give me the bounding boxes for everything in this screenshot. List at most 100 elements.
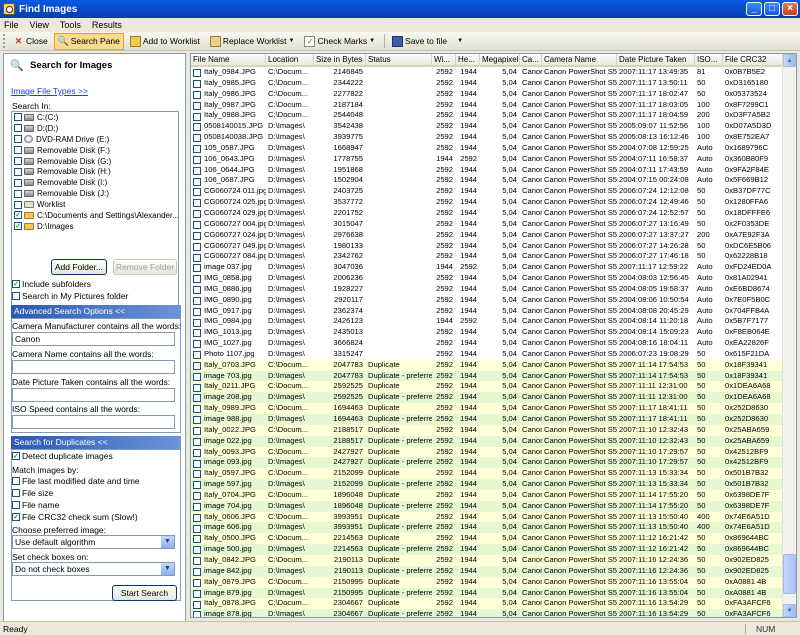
column-header[interactable]: File Name — [191, 54, 266, 65]
table-row[interactable]: Italy_0606.JPG C:\Docum... 3993951 Duplicat… — [191, 511, 796, 523]
drive-checkbox[interactable] — [14, 167, 22, 176]
drive-item[interactable]: D:(D:) — [12, 123, 178, 134]
table-row[interactable]: image 500.jpg D:\Images\ 2214563 Duplicate … — [191, 544, 796, 555]
table-row[interactable]: image 606.jpg D:\Images\ 3993951 Duplicate … — [191, 522, 796, 534]
drive-item[interactable]: Removable Disk (F:) — [12, 145, 178, 156]
row-checkbox[interactable] — [193, 437, 201, 446]
include-subfolders-checkbox[interactable]: ✓ Include subfolders — [12, 279, 91, 289]
row-checkbox[interactable] — [193, 546, 201, 555]
row-checkbox[interactable] — [193, 134, 201, 143]
row-checkbox[interactable] — [193, 383, 201, 392]
table-row[interactable]: Italy_0879.JPG C:\Docum... 2150995 Duplicat… — [191, 576, 796, 588]
table-row[interactable]: Italy_0211.JPG C:\Docum... 2592525 Duplicat… — [191, 381, 796, 393]
row-checkbox[interactable] — [193, 210, 201, 219]
search-my-pictures-checkbox[interactable]: Search in My Pictures folder — [12, 291, 128, 301]
column-header[interactable]: Status — [366, 54, 432, 65]
column-header[interactable]: Location — [266, 54, 314, 65]
table-row[interactable]: image 597.jpg D:\Images\ 2152099 Duplicate … — [191, 479, 796, 490]
match-size-checkbox[interactable]: File size — [12, 488, 53, 498]
row-checkbox[interactable] — [193, 557, 201, 566]
table-row[interactable]: 105_0587.JPG D:\Images\ 1668947 2592 1944 5,0… — [191, 143, 796, 154]
column-header[interactable]: Size in Bytes — [314, 54, 366, 65]
row-checkbox[interactable] — [193, 188, 201, 197]
row-checkbox[interactable] — [193, 427, 201, 436]
duplicates-header[interactable]: Search for Duplicates << — [11, 436, 181, 449]
menu-results[interactable]: Results — [92, 20, 122, 30]
drive-checkbox[interactable] — [14, 200, 22, 209]
table-row[interactable]: IMG_0858.jpg D:\Images\ 2006236 2592 1944 5,0… — [191, 273, 796, 284]
row-checkbox[interactable] — [193, 351, 201, 360]
table-row[interactable]: IMG_1027.jpg D:\Images\ 3666824 2592 1944 5,0… — [191, 338, 796, 349]
check-marks-button[interactable]: ✓ Check Marks ▼ — [300, 33, 379, 50]
table-row[interactable]: Italy_0984.JPG C:\Docum... 2146845 2592 1944… — [191, 67, 796, 78]
column-header[interactable]: He... — [456, 54, 480, 65]
drive-checkbox[interactable] — [14, 146, 22, 155]
start-search-button[interactable]: Start Search — [112, 585, 177, 601]
row-checkbox[interactable] — [193, 459, 201, 468]
column-header[interactable]: Ca... — [520, 54, 542, 65]
preferred-image-select[interactable]: Use default algorithm ▼ — [12, 535, 175, 549]
row-checkbox[interactable] — [193, 231, 201, 240]
table-row[interactable]: CG060724 029.jpg D:\Images\ 2201752 2592 194… — [191, 208, 796, 219]
row-checkbox[interactable] — [193, 253, 201, 262]
set-checks-select[interactable]: Do not check boxes ▼ — [12, 562, 175, 576]
row-checkbox[interactable] — [193, 448, 201, 457]
iso-input[interactable] — [12, 415, 175, 429]
scroll-thumb[interactable] — [783, 554, 796, 594]
column-header[interactable]: ISO... — [695, 54, 723, 65]
table-row[interactable]: CG060727 084.jpg D:\Images\ 2342762 2592 194… — [191, 251, 796, 262]
image-file-types-link[interactable]: Image File Types >> — [11, 86, 88, 96]
drive-checkbox[interactable] — [14, 178, 22, 187]
save-to-file-button[interactable]: Save to file — [388, 33, 451, 50]
table-row[interactable]: image 842.jpg D:\Images\ 2190113 Duplicate … — [191, 565, 796, 577]
menu-view[interactable]: View — [30, 20, 49, 30]
drive-checkbox[interactable]: ✓ — [14, 211, 22, 220]
table-row[interactable]: 106_0643.JPG D:\Images\ 1778755 1944 2592 5,0… — [191, 154, 796, 165]
table-row[interactable]: Italy_0703.JPG C:\Docum... 2047783 Duplicat… — [191, 359, 796, 371]
drive-item[interactable]: Removable Disk (J:) — [12, 188, 178, 199]
table-row[interactable]: IMG_1013.jpg D:\Images\ 2435013 2592 1944 5,0… — [191, 327, 796, 338]
column-header[interactable]: Wi... — [432, 54, 456, 65]
menu-file[interactable]: File — [4, 20, 19, 30]
row-checkbox[interactable] — [193, 264, 201, 273]
row-checkbox[interactable] — [193, 578, 201, 587]
table-row[interactable]: Italy_0986.JPG C:\Docum... 2277822 2592 1944… — [191, 89, 796, 100]
row-checkbox[interactable] — [193, 600, 201, 609]
row-checkbox[interactable] — [193, 394, 201, 403]
table-row[interactable]: Italy_0093.JPG C:\Docum... 2427927 Duplicat… — [191, 446, 796, 458]
scroll-up-icon[interactable]: ▲ — [783, 54, 796, 67]
add-folder-button[interactable]: Add Folder... — [51, 259, 107, 275]
row-checkbox[interactable] — [193, 80, 201, 89]
table-row[interactable]: Italy_0985.JPG C:\Docum... 2344222 2592 1944… — [191, 78, 796, 89]
row-checkbox[interactable] — [193, 90, 201, 99]
drive-checkbox[interactable]: ✓ — [14, 222, 22, 231]
drive-item[interactable]: ✓ C:\Documents and Settings\Alexander... — [12, 210, 178, 221]
replace-worklist-button[interactable]: Replace Worklist ▼ — [206, 33, 299, 50]
table-row[interactable]: IMG_0890.jpg D:\Images\ 2920117 2592 1944 5,0… — [191, 295, 796, 306]
table-row[interactable]: IMG_0984.jpg D:\Images\ 2426123 1944 2592 5,0… — [191, 316, 796, 327]
match-name-checkbox[interactable]: File name — [12, 500, 59, 510]
table-row[interactable]: image 208.jpg D:\Images\ 2592525 Duplicate … — [191, 392, 796, 404]
row-checkbox[interactable] — [193, 145, 201, 154]
row-checkbox[interactable] — [193, 524, 201, 533]
close-button[interactable]: ✕ Close — [9, 33, 52, 50]
column-header[interactable]: File CRC32 — [723, 54, 783, 65]
table-row[interactable]: 106_0687.JPG D:\Images\ 1502904 2592 1944 5,0… — [191, 175, 796, 186]
row-checkbox[interactable] — [193, 199, 201, 208]
drive-checkbox[interactable] — [14, 135, 22, 144]
drive-checkbox[interactable] — [14, 189, 22, 198]
table-row[interactable]: Italy_0500.JPG C:\Docum... 2214563 Duplicat… — [191, 533, 796, 545]
row-checkbox[interactable] — [193, 296, 201, 305]
row-checkbox[interactable] — [193, 611, 201, 617]
table-row[interactable]: CG060724 025.jpg D:\Images\ 3537772 2592 194… — [191, 197, 796, 208]
table-row[interactable]: Italy_0022.JPG C:\Docum... 2188517 Duplicat… — [191, 424, 796, 436]
toolbar-grip[interactable] — [3, 34, 6, 48]
row-checkbox[interactable] — [193, 470, 201, 479]
drive-item[interactable]: C:(C:) — [12, 112, 178, 123]
table-row[interactable]: CG060724 011.jpg D:\Images\ 2403725 2592 194… — [191, 186, 796, 197]
table-row[interactable]: CG060727 024.jpg D:\Images\ 2976638 2592 194… — [191, 230, 796, 241]
row-checkbox[interactable] — [193, 492, 201, 501]
table-row[interactable]: image 093.jpg D:\Images\ 2427927 Duplicate … — [191, 457, 796, 469]
row-checkbox[interactable] — [193, 220, 201, 229]
row-checkbox[interactable] — [193, 101, 201, 110]
